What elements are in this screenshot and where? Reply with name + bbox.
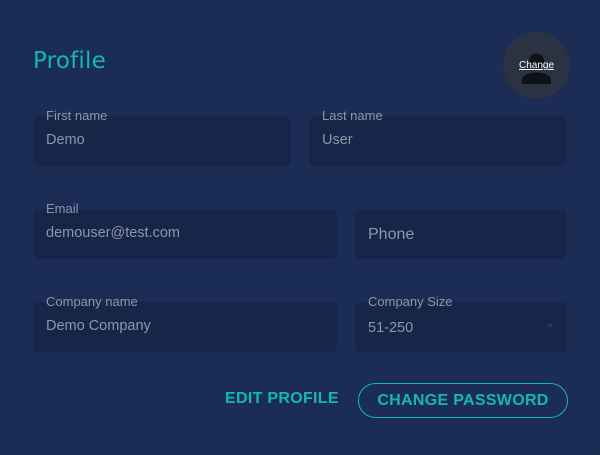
avatar-change-label[interactable]: Change <box>503 60 570 71</box>
company-name-input[interactable] <box>46 318 320 334</box>
company-size-label: Company Size <box>368 294 453 309</box>
first-name-label: First name <box>46 108 108 123</box>
first-name-input[interactable] <box>46 132 274 148</box>
phone-field[interactable] <box>355 209 567 259</box>
edit-profile-button[interactable]: EDIT PROFILE <box>225 390 339 408</box>
avatar-change-button[interactable]: Change <box>503 32 570 99</box>
last-name-field[interactable]: Last name <box>309 108 567 166</box>
company-size-value: 51-250 <box>368 320 414 336</box>
last-name-label: Last name <box>322 108 383 123</box>
phone-input[interactable] <box>368 226 550 244</box>
email-field[interactable]: Email <box>33 201 337 259</box>
email-label: Email <box>46 201 79 216</box>
company-name-label: Company name <box>46 294 138 309</box>
email-input[interactable] <box>46 225 320 241</box>
last-name-input[interactable] <box>322 132 550 148</box>
company-name-field[interactable]: Company name <box>33 294 337 352</box>
profile-card: Profile Change First name Last name Emai… <box>0 0 600 455</box>
page-title: Profile <box>33 48 106 74</box>
company-size-select[interactable]: Company Size 51-250 <box>355 294 567 352</box>
chevron-down-icon <box>546 324 554 328</box>
first-name-field[interactable]: First name <box>33 108 291 166</box>
change-password-button[interactable]: CHANGE PASSWORD <box>358 383 568 418</box>
